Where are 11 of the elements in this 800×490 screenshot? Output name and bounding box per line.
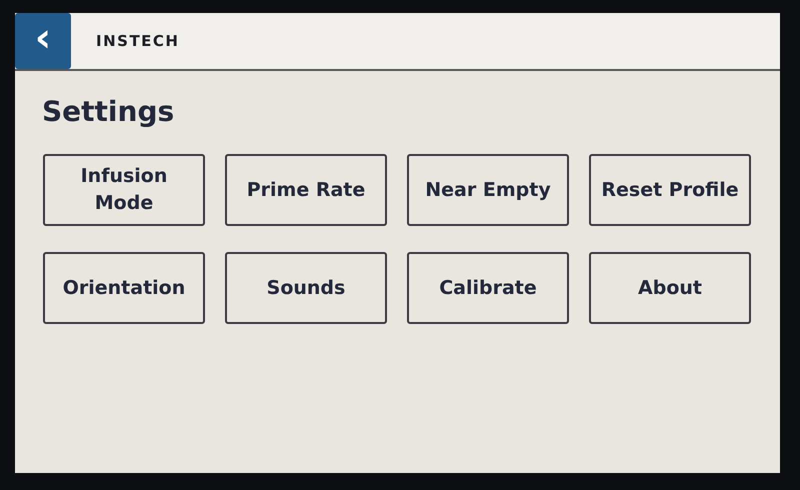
settings-option-button[interactable]: Orientation [43, 252, 205, 324]
brand-logo: INSTECH [96, 32, 180, 50]
back-button[interactable]: ‹ [15, 13, 71, 69]
settings-option-button[interactable]: Calibrate [407, 252, 569, 324]
settings-option-button[interactable]: Reset Profile [589, 154, 751, 226]
settings-option-button[interactable]: Near Empty [407, 154, 569, 226]
settings-option-button[interactable]: Infusion Mode [43, 154, 205, 226]
settings-option-button[interactable]: About [589, 252, 751, 324]
settings-option-button[interactable]: Sounds [225, 252, 387, 324]
page-title: Settings [42, 95, 176, 128]
settings-option-button[interactable]: Prime Rate [225, 154, 387, 226]
